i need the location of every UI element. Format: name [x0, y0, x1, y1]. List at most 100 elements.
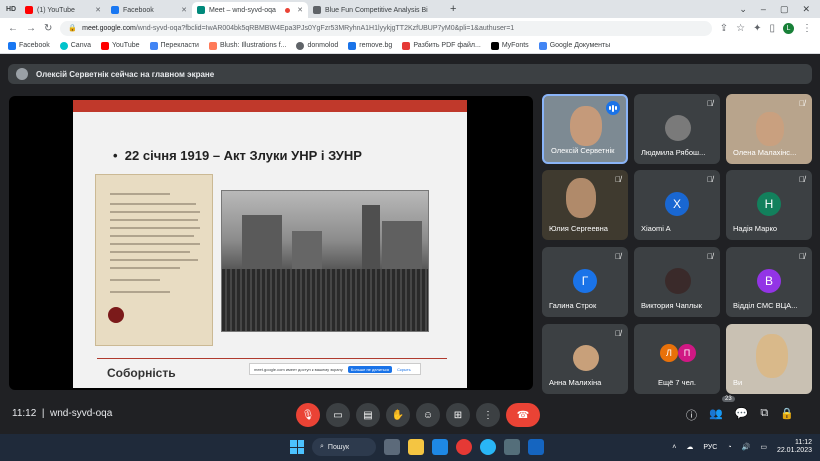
seal-icon	[108, 307, 124, 323]
maximize-icon[interactable]: ▢	[780, 4, 789, 15]
emoji-button[interactable]: ☺	[416, 403, 440, 427]
chevron-up-icon[interactable]: ˄	[672, 444, 676, 451]
facebook-icon	[111, 6, 119, 14]
participant-tile[interactable]: 🎙̸ X Xiaomi A	[634, 170, 720, 240]
hide-button[interactable]: Скрыть	[397, 367, 411, 372]
telegram-icon[interactable]	[480, 439, 496, 455]
cloud-icon[interactable]: ☁	[686, 443, 693, 451]
sidepanel-icon[interactable]: ▯	[769, 23, 775, 34]
windows-start-icon[interactable]	[290, 440, 304, 454]
mic-off-icon: 🎙̸	[799, 252, 805, 261]
leave-call-button[interactable]: ☎	[506, 403, 540, 427]
bookmark-translate[interactable]: Перекласти	[149, 41, 199, 50]
participant-tile[interactable]: 🎙̸ Виктория Чаплык	[634, 247, 720, 317]
url-field[interactable]: 🔒 meet.google.com/wnd-syvd-oqa?fbclid=Iw…	[60, 20, 712, 36]
search-icon: ⌕	[320, 443, 324, 450]
taskview-icon[interactable]	[384, 439, 400, 455]
bookmark-donmolod[interactable]: donmolod	[296, 41, 338, 50]
stop-sharing-button[interactable]: Больше не делиться	[347, 365, 393, 373]
mic-toggle-button[interactable]: 🎙	[296, 403, 320, 427]
menu-icon[interactable]: ⋮	[802, 23, 812, 34]
edge-icon[interactable]	[432, 439, 448, 455]
people-icon[interactable]: 👥	[709, 407, 723, 423]
pdf-icon	[402, 41, 411, 50]
minimize-icon[interactable]: –	[761, 4, 766, 15]
participant-video	[570, 106, 602, 146]
file-explorer-icon[interactable]	[408, 439, 424, 455]
more-options-button[interactable]: ⋮	[476, 403, 500, 427]
removebg-icon	[348, 41, 357, 50]
participant-tile[interactable]: 🎙̸ Олена Малахінс...	[726, 94, 812, 164]
close-window-icon[interactable]: ✕	[802, 4, 810, 15]
slide: • 22 січня 1919 – Акт Злуки УНР і ЗУНР С…	[73, 100, 467, 388]
close-icon[interactable]: ✕	[95, 6, 101, 14]
participant-video	[756, 112, 784, 146]
captions-button[interactable]: ▤	[356, 403, 380, 427]
store-icon[interactable]	[504, 439, 520, 455]
chat-icon[interactable]: 💬	[735, 407, 749, 423]
back-icon[interactable]: ←	[8, 23, 18, 34]
info-icon[interactable]: ⓘ	[686, 407, 697, 423]
participant-tile[interactable]: 🎙̸ Г Галина Строк	[542, 247, 628, 317]
clock[interactable]: 11:12 22.01.2023	[777, 439, 812, 455]
bookmark-blush[interactable]: Blush: Illustrations f...	[208, 41, 286, 50]
lock-settings-icon[interactable]: 🔒	[780, 407, 794, 423]
tab-meet[interactable]: Meet – wnd-syvd-oqa ✕	[192, 2, 308, 18]
meet-icon	[197, 6, 205, 14]
slide-red-bar	[73, 100, 467, 112]
bookmark-facebook[interactable]: Facebook	[8, 41, 50, 50]
shapes-icon[interactable]: ⧉	[760, 407, 768, 423]
mic-off-icon: 🎙̸	[707, 99, 713, 108]
participant-tile[interactable]: 🎙̸ Юлия Сергеевна	[542, 170, 628, 240]
reload-icon[interactable]: ↻	[44, 23, 52, 34]
participant-tile[interactable]: 🎙̸ В Відділ СМС ВЦА...	[726, 247, 812, 317]
lock-icon: 🔒	[68, 25, 78, 32]
meet-area: Олексій Серветнік сейчас на главном экра…	[0, 54, 820, 434]
language-indicator[interactable]: РУС	[703, 444, 717, 451]
tab-facebook[interactable]: Facebook ✕	[106, 2, 192, 18]
participant-tile[interactable]: 🎙̸ Анна Малихіна	[542, 324, 628, 394]
taskbar-search[interactable]: ⌕ Пошук	[312, 438, 376, 456]
tab-youtube[interactable]: (1) YouTube ✕	[20, 2, 106, 18]
tab-hd[interactable]: HD	[0, 6, 20, 13]
battery-icon[interactable]: ▭	[760, 443, 767, 451]
participant-tile[interactable]: 🎙̸ Людмила Рябош...	[634, 94, 720, 164]
chrome-icon[interactable]	[456, 439, 472, 455]
camera-toggle-button[interactable]: ▭	[326, 403, 350, 427]
bookmark-youtube[interactable]: YouTube	[100, 41, 140, 50]
blush-icon	[208, 41, 217, 50]
chevron-down-icon[interactable]: ⌄	[739, 4, 747, 15]
participant-tile[interactable]: 🎙̸ Н Надія Марко	[726, 170, 812, 240]
present-button[interactable]: ⊞	[446, 403, 470, 427]
star-icon[interactable]: ☆	[736, 23, 745, 34]
mic-off-icon: 🎙̸	[799, 175, 805, 184]
raise-hand-button[interactable]: ✋	[386, 403, 410, 427]
tab-blue-fun[interactable]: Blue Fun Competitive Analysis Bi	[308, 2, 444, 18]
system-tray: ˄ ☁ РУС ◔ 🔊 ▭ 11:12 22.01.2023	[672, 439, 812, 455]
extensions-icon[interactable]: ✦	[753, 23, 761, 34]
bookmark-removebg[interactable]: remove.bg	[348, 41, 392, 50]
word-icon[interactable]	[528, 439, 544, 455]
bookmark-split-pdf[interactable]: Разбить PDF файл...	[402, 41, 481, 50]
docs-icon	[538, 41, 547, 50]
side-controls: ⓘ 👥 💬 ⧉ 🔒	[686, 407, 794, 423]
forward-icon[interactable]: →	[26, 23, 36, 34]
volume-icon[interactable]: 🔊	[742, 443, 751, 451]
bookmark-google-docs[interactable]: Google Документы	[538, 41, 610, 50]
bookmark-myfonts[interactable]: MyFonts	[490, 41, 529, 50]
close-icon[interactable]: ✕	[181, 6, 187, 14]
self-view-tile[interactable]: Ви	[726, 324, 812, 394]
share-icon[interactable]: ⇪	[720, 23, 728, 34]
close-icon[interactable]: ✕	[297, 6, 303, 14]
presentation-stage[interactable]: • 22 січня 1919 – Акт Злуки УНР і ЗУНР С…	[9, 96, 533, 390]
participant-tile[interactable]: Олексій Серветнік	[542, 94, 628, 164]
translate-icon	[149, 41, 158, 50]
globe-icon	[296, 41, 305, 50]
bookmark-canva[interactable]: Canva	[59, 41, 91, 50]
profile-avatar[interactable]: L	[783, 22, 794, 34]
browser-tab-bar: HD (1) YouTube ✕ Facebook ✕ Meet – wnd-s…	[0, 0, 820, 18]
new-tab-button[interactable]: +	[444, 3, 462, 15]
wifi-icon[interactable]: ◔	[727, 444, 731, 451]
avatar	[573, 345, 599, 371]
more-participants-tile[interactable]: Л П Ещё 7 чел.	[634, 324, 720, 394]
